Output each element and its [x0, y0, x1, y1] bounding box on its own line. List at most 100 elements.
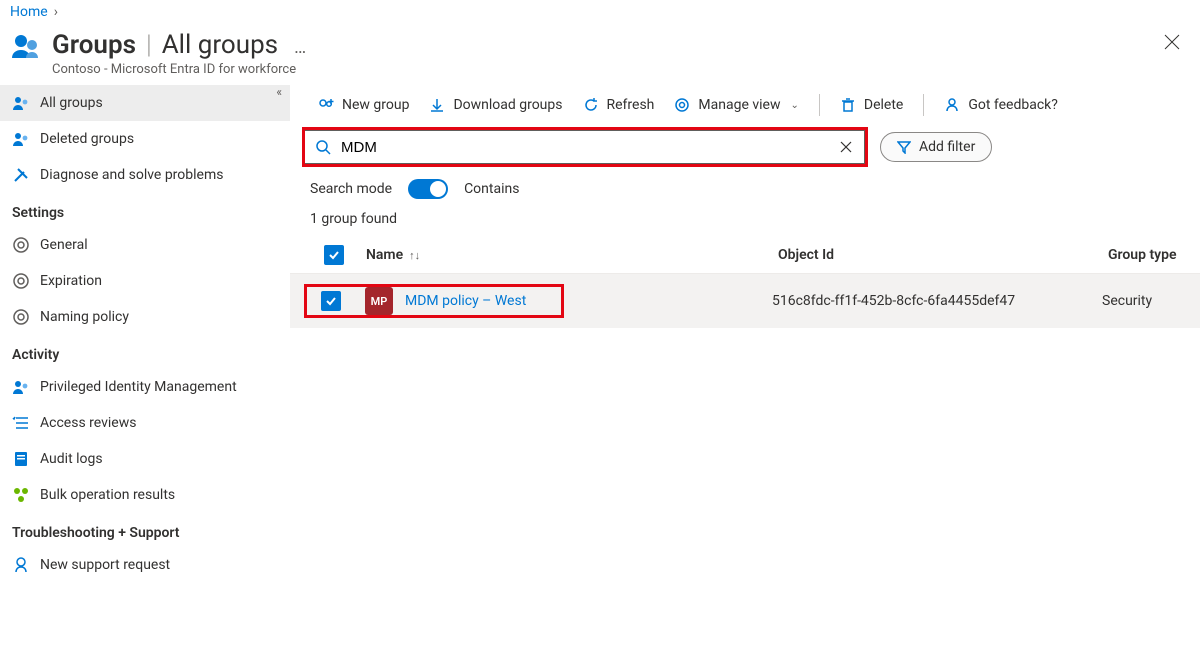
- sidebar: « All groups Deleted groups Diagnose and…: [0, 81, 290, 583]
- search-mode-label: Search mode: [310, 181, 392, 197]
- breadcrumb-home[interactable]: Home: [10, 4, 48, 20]
- sidebar-section-settings: Settings: [0, 193, 290, 227]
- toolbar-label: Refresh: [607, 97, 655, 113]
- toolbar-label: Manage view: [698, 97, 780, 113]
- chevron-right-icon: ›: [54, 4, 58, 20]
- people-icon: [12, 94, 30, 112]
- separator: [819, 94, 820, 116]
- page-title-separator: |: [146, 30, 152, 60]
- groups-header-icon: [10, 30, 42, 62]
- log-icon: [12, 450, 30, 468]
- table-row[interactable]: MP MDM policy – West 516c8fdc-ff1f-452b-…: [290, 274, 1200, 328]
- gear-icon: [12, 308, 30, 326]
- checkbox-icon: [324, 245, 344, 265]
- add-filter-button[interactable]: Add filter: [880, 132, 992, 162]
- sidebar-item-diagnose[interactable]: Diagnose and solve problems: [0, 157, 290, 193]
- checklist-icon: [12, 414, 30, 432]
- sidebar-item-pim[interactable]: Privileged Identity Management: [0, 369, 290, 405]
- sidebar-section-activity: Activity: [0, 335, 290, 369]
- wrench-icon: [12, 166, 30, 184]
- select-all-checkbox[interactable]: [310, 245, 358, 265]
- checkbox-icon: [321, 291, 341, 311]
- gear-icon: [12, 272, 30, 290]
- people-icon: [12, 130, 30, 148]
- sidebar-item-all-groups[interactable]: All groups: [0, 85, 290, 121]
- refresh-button[interactable]: Refresh: [575, 93, 663, 117]
- sort-icon: ↑↓: [409, 249, 420, 262]
- sidebar-item-general[interactable]: General: [0, 227, 290, 263]
- download-icon: [429, 97, 445, 113]
- bulk-icon: [12, 486, 30, 504]
- sidebar-item-label: Diagnose and solve problems: [40, 167, 223, 183]
- gear-icon: [674, 97, 690, 113]
- page-title-main: Groups: [52, 30, 136, 60]
- result-count: 1 group found: [290, 205, 1200, 237]
- chevron-down-icon: ⌄: [790, 100, 798, 111]
- new-group-icon: [318, 97, 334, 113]
- sidebar-item-new-support[interactable]: New support request: [0, 547, 290, 583]
- feedback-icon: [944, 97, 960, 113]
- more-actions-button[interactable]: …: [294, 37, 306, 58]
- sidebar-item-bulk-results[interactable]: Bulk operation results: [0, 477, 290, 513]
- cell-group-type: Security: [1102, 293, 1200, 309]
- sidebar-item-label: Audit logs: [40, 451, 103, 467]
- sidebar-item-label: All groups: [40, 95, 103, 111]
- toolbar-label: Delete: [864, 97, 903, 113]
- separator: [923, 94, 924, 116]
- search-mode-value: Contains: [464, 181, 519, 197]
- people-icon: [12, 378, 30, 396]
- refresh-icon: [583, 97, 599, 113]
- sidebar-item-label: Bulk operation results: [40, 487, 175, 503]
- sidebar-item-deleted-groups[interactable]: Deleted groups: [0, 121, 290, 157]
- row-highlight-box: MP MDM policy – West: [304, 284, 564, 318]
- page-title-sub: All groups: [162, 30, 278, 60]
- sidebar-item-access-reviews[interactable]: Access reviews: [0, 405, 290, 441]
- table-header: Name ↑↓ Object Id Group type: [290, 237, 1200, 274]
- search-input[interactable]: [341, 139, 828, 156]
- search-row: Add filter: [290, 127, 1200, 175]
- group-name-link[interactable]: MDM policy – West: [405, 293, 526, 309]
- close-button[interactable]: [1154, 30, 1190, 54]
- breadcrumb: Home ›: [0, 0, 1200, 20]
- delete-button[interactable]: Delete: [832, 93, 911, 117]
- page-header: Groups | All groups … Contoso - Microsof…: [0, 20, 1200, 81]
- sidebar-item-audit-logs[interactable]: Audit logs: [0, 441, 290, 477]
- sidebar-item-naming-policy[interactable]: Naming policy: [0, 299, 290, 335]
- row-checkbox[interactable]: [307, 291, 355, 311]
- sidebar-item-label: New support request: [40, 557, 170, 573]
- search-mode-toggle[interactable]: [408, 179, 448, 199]
- sidebar-item-label: Deleted groups: [40, 131, 134, 147]
- page-subtitle: Contoso - Microsoft Entra ID for workfor…: [52, 62, 306, 77]
- column-grouptype-header[interactable]: Group type: [1108, 247, 1200, 263]
- collapse-sidebar-button[interactable]: «: [276, 85, 282, 99]
- sidebar-item-label: General: [40, 237, 88, 253]
- main-panel: New group Download groups Refresh Manage…: [290, 81, 1200, 583]
- search-icon: [305, 139, 341, 155]
- cell-object-id: 516c8fdc-ff1f-452b-8cfc-6fa4455def47: [772, 293, 1102, 309]
- manage-view-button[interactable]: Manage view ⌄: [666, 93, 806, 117]
- delete-icon: [840, 97, 856, 113]
- download-groups-button[interactable]: Download groups: [421, 93, 570, 117]
- group-avatar: MP: [365, 287, 393, 315]
- feedback-button[interactable]: Got feedback?: [936, 93, 1066, 117]
- new-group-button[interactable]: New group: [310, 93, 417, 117]
- toolbar-label: New group: [342, 97, 409, 113]
- gear-icon: [12, 236, 30, 254]
- column-objectid-header[interactable]: Object Id: [778, 247, 1108, 263]
- column-label: Name: [366, 247, 403, 263]
- search-input-container: [305, 130, 865, 164]
- search-highlight-box: [302, 127, 868, 167]
- sidebar-item-expiration[interactable]: Expiration: [0, 263, 290, 299]
- toolbar-label: Download groups: [453, 97, 562, 113]
- toolbar-label: Got feedback?: [968, 97, 1058, 113]
- column-name-header[interactable]: Name ↑↓: [358, 247, 778, 263]
- command-bar: New group Download groups Refresh Manage…: [290, 89, 1200, 127]
- sidebar-section-troubleshooting: Troubleshooting + Support: [0, 513, 290, 547]
- sidebar-item-label: Expiration: [40, 273, 102, 289]
- search-mode-row: Search mode Contains: [290, 175, 1200, 205]
- clear-search-button[interactable]: [828, 141, 864, 153]
- support-icon: [12, 556, 30, 574]
- filter-icon: [897, 140, 911, 154]
- add-filter-label: Add filter: [919, 139, 975, 155]
- sidebar-item-label: Access reviews: [40, 415, 136, 431]
